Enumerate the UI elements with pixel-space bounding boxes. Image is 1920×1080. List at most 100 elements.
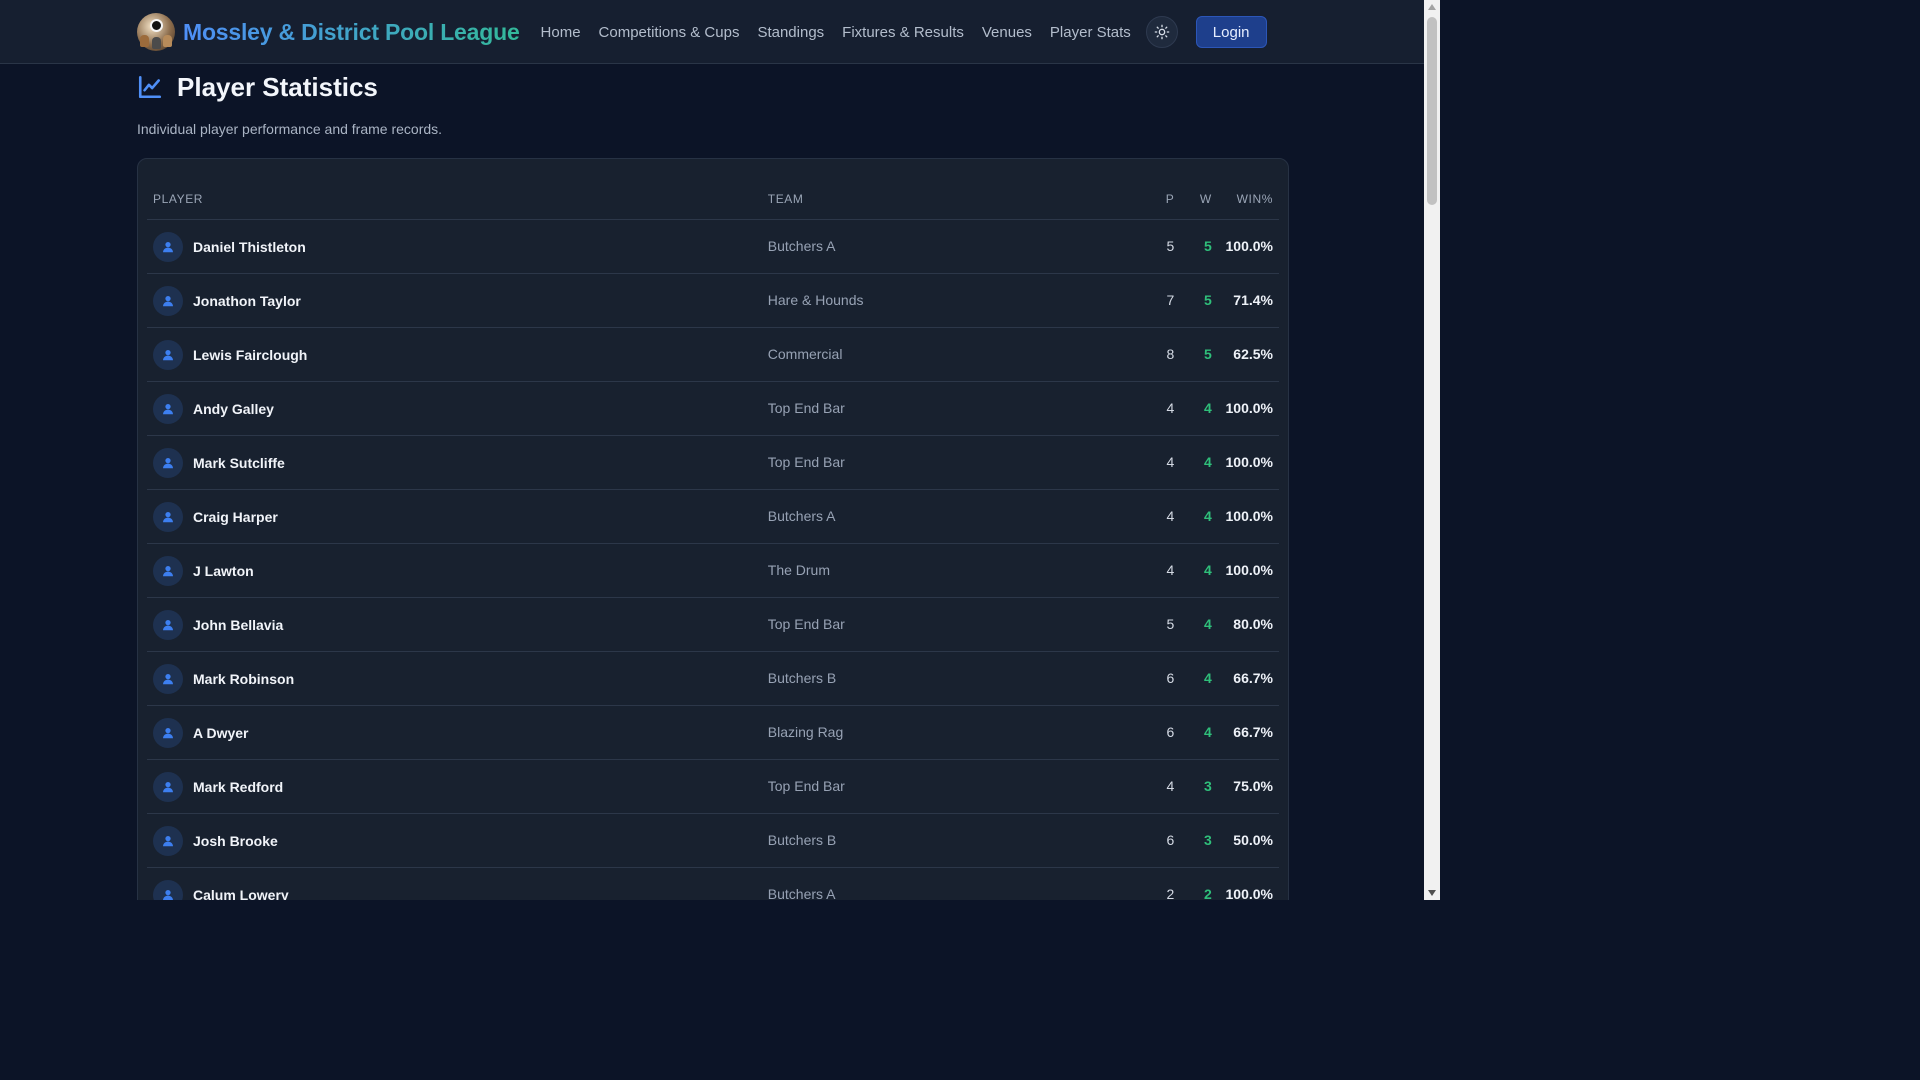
user-icon: [153, 501, 183, 532]
cell-player: Mark Robinson: [147, 663, 768, 694]
played-value: 6: [1166, 723, 1175, 740]
line-chart-icon: [138, 75, 162, 99]
player-name[interactable]: Josh Brooke: [193, 833, 278, 849]
nav-link-venues[interactable]: Venues: [982, 24, 1032, 41]
team-name: Top End Bar: [767, 777, 845, 794]
played-value: 4: [1166, 399, 1175, 416]
nav-link-player-stats[interactable]: Player Stats: [1050, 24, 1131, 41]
played-value: 5: [1166, 615, 1175, 632]
nav-link-fixtures[interactable]: Fixtures & Results: [842, 24, 964, 41]
played-value: 2: [1166, 885, 1175, 901]
player-name[interactable]: Mark Redford: [193, 779, 283, 795]
page-subtitle: Individual player performance and frame …: [137, 121, 443, 137]
team-name: Butchers A: [767, 885, 836, 901]
table-row[interactable]: Mark Robinson Butchers B 6 4 66.7%: [147, 652, 1279, 706]
table-row[interactable]: Calum Lowery Butchers A 2 2 100.0%: [147, 868, 1279, 900]
nav-links: Home Competitions & Cups Standings Fixtu…: [532, 24, 1140, 41]
win-percent-value: 100.0%: [1225, 561, 1273, 578]
player-name[interactable]: A Dwyer: [193, 725, 249, 741]
won-value: 5: [1204, 291, 1212, 308]
player-name[interactable]: Jonathon Taylor: [193, 293, 301, 309]
header-win-percent[interactable]: WIN%: [1212, 192, 1279, 206]
scrollbar-thumb[interactable]: [1427, 17, 1437, 205]
team-name: Butchers A: [767, 507, 836, 524]
played-value: 4: [1166, 561, 1175, 578]
player-name[interactable]: Daniel Thistleton: [193, 239, 306, 255]
table-row[interactable]: Jonathon Taylor Hare & Hounds 7 5 71.4%: [147, 274, 1279, 328]
header-team[interactable]: TEAM: [768, 192, 1133, 206]
win-percent-value: 66.7%: [1233, 723, 1273, 740]
won-value: 4: [1204, 615, 1212, 632]
player-name[interactable]: Craig Harper: [193, 509, 278, 525]
player-stats-table: PLAYER TEAM P W WIN% Daniel Thistleton Bu…: [147, 179, 1279, 900]
cell-player: Andy Galley: [147, 393, 768, 424]
win-percent-value: 100.0%: [1225, 507, 1273, 524]
cell-player: Mark Sutcliffe: [147, 447, 768, 478]
scroll-down-arrow-icon[interactable]: [1428, 890, 1436, 896]
team-name: Butchers A: [767, 237, 836, 254]
login-button[interactable]: Login: [1195, 16, 1267, 48]
table-row[interactable]: Craig Harper Butchers A 4 4 100.0%: [147, 490, 1279, 544]
user-icon: [153, 663, 183, 694]
player-name[interactable]: Lewis Fairclough: [193, 347, 307, 363]
cell-player: Jonathon Taylor: [147, 285, 768, 316]
header-played[interactable]: P: [1133, 192, 1174, 206]
user-icon: [153, 555, 183, 586]
table-row[interactable]: A Dwyer Blazing Rag 6 4 66.7%: [147, 706, 1279, 760]
team-name: The Drum: [767, 561, 830, 578]
table-row[interactable]: Andy Galley Top End Bar 4 4 100.0%: [147, 382, 1279, 436]
header-player[interactable]: PLAYER: [147, 192, 768, 206]
won-value: 4: [1204, 453, 1212, 470]
table-row[interactable]: Daniel Thistleton Butchers A 5 5 100.0%: [147, 220, 1279, 274]
won-value: 5: [1204, 237, 1212, 254]
cell-player: Craig Harper: [147, 501, 768, 532]
navbar-inner: Mossley & District Pool League Home Comp…: [137, 0, 1289, 64]
user-icon: [153, 609, 183, 640]
won-value: 2: [1204, 885, 1212, 901]
player-name[interactable]: John Bellavia: [193, 617, 283, 633]
sun-icon: [1154, 24, 1170, 40]
cell-player: John Bellavia: [147, 609, 768, 640]
player-name[interactable]: Mark Robinson: [193, 671, 294, 687]
table-row[interactable]: J Lawton The Drum 4 4 100.0%: [147, 544, 1279, 598]
won-value: 4: [1204, 561, 1212, 578]
user-icon: [153, 285, 183, 316]
table-row[interactable]: John Bellavia Top End Bar 5 4 80.0%: [147, 598, 1279, 652]
navbar: Mossley & District Pool League Home Comp…: [0, 0, 1424, 64]
table-row[interactable]: Josh Brooke Butchers B 6 3 50.0%: [147, 814, 1279, 868]
played-value: 4: [1166, 453, 1175, 470]
league-logo-icon[interactable]: [137, 13, 175, 51]
win-percent-value: 71.4%: [1233, 291, 1273, 308]
cell-player: Daniel Thistleton: [147, 231, 768, 262]
win-percent-value: 75.0%: [1233, 777, 1273, 794]
table-row[interactable]: Lewis Fairclough Commercial 8 5 62.5%: [147, 328, 1279, 382]
played-value: 6: [1166, 669, 1175, 686]
won-value: 3: [1204, 777, 1212, 794]
player-name[interactable]: Mark Sutcliffe: [193, 455, 285, 471]
table-row[interactable]: Mark Redford Top End Bar 4 3 75.0%: [147, 760, 1279, 814]
player-name[interactable]: Calum Lowery: [193, 887, 289, 901]
won-value: 3: [1204, 831, 1212, 848]
cell-player: J Lawton: [147, 555, 768, 586]
browser-viewport: Mossley & District Pool League Home Comp…: [0, 0, 1440, 900]
player-name[interactable]: Andy Galley: [193, 401, 274, 417]
user-icon: [153, 231, 183, 262]
theme-toggle-button[interactable]: [1145, 16, 1178, 48]
page-scrollbar[interactable]: [1424, 0, 1440, 900]
team-name: Blazing Rag: [767, 723, 844, 740]
brand-title[interactable]: Mossley & District Pool League: [183, 19, 520, 46]
won-value: 4: [1204, 669, 1212, 686]
nav-link-standings[interactable]: Standings: [757, 24, 824, 41]
played-value: 5: [1166, 237, 1175, 254]
played-value: 6: [1166, 831, 1175, 848]
nav-link-competitions[interactable]: Competitions & Cups: [599, 24, 740, 41]
cell-player: Josh Brooke: [147, 825, 768, 856]
user-icon: [153, 879, 183, 900]
scroll-up-arrow-icon[interactable]: [1428, 4, 1436, 10]
user-icon: [153, 339, 183, 370]
nav-link-home[interactable]: Home: [541, 24, 581, 41]
player-name[interactable]: J Lawton: [193, 563, 254, 579]
team-name: Top End Bar: [767, 615, 845, 632]
table-row[interactable]: Mark Sutcliffe Top End Bar 4 4 100.0%: [147, 436, 1279, 490]
header-won[interactable]: W: [1174, 192, 1212, 206]
